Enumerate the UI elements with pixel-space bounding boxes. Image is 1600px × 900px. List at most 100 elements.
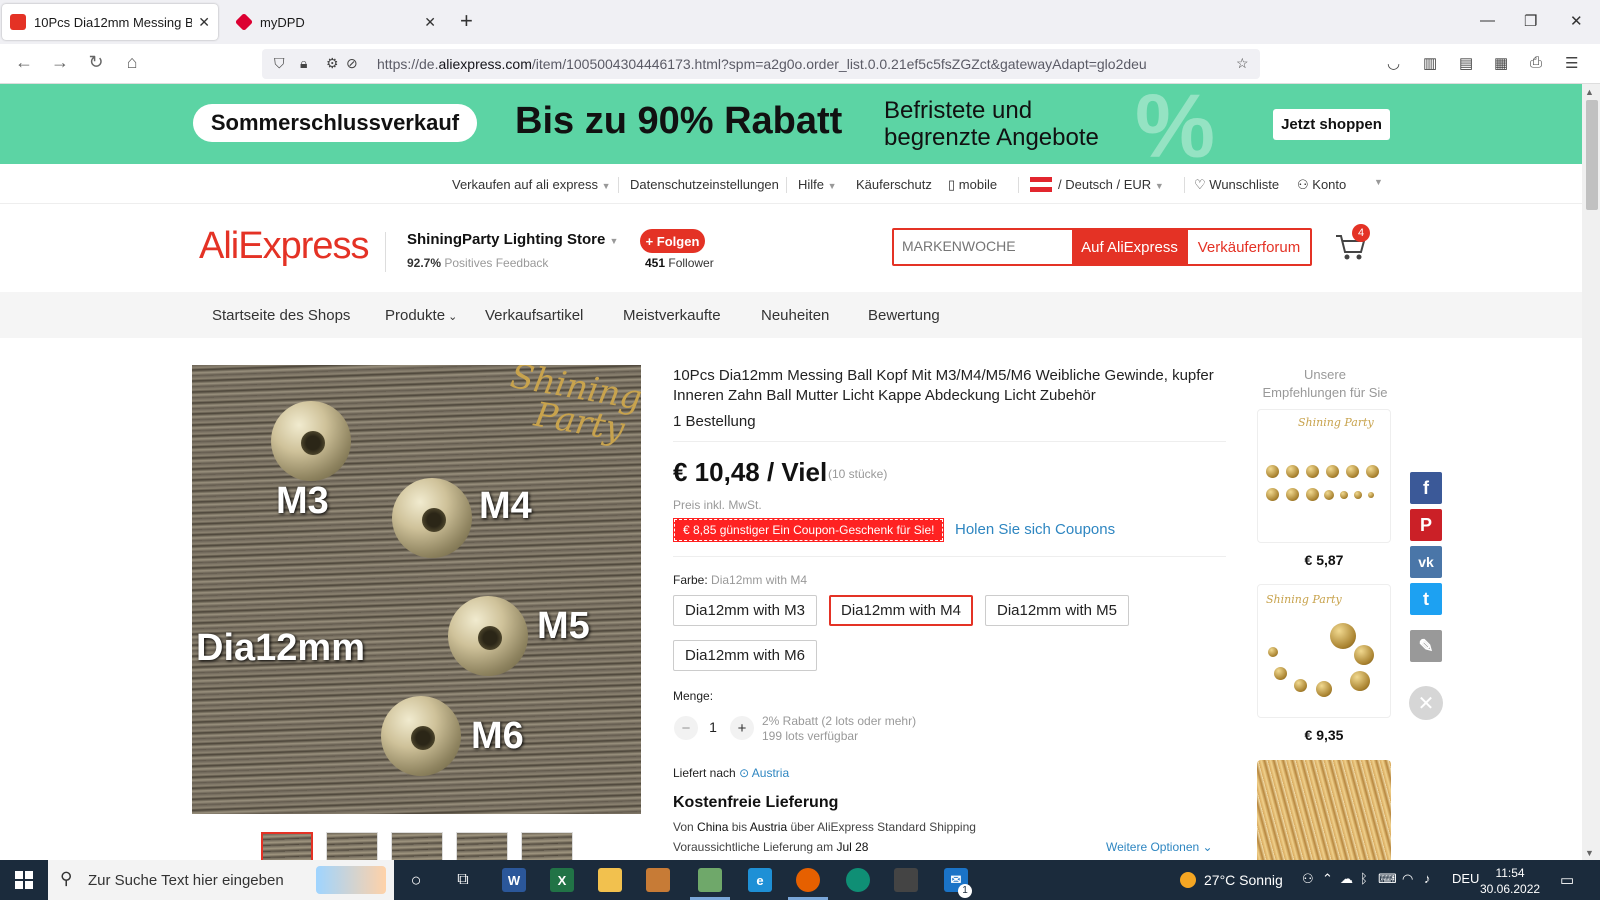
option-m4[interactable]: Dia12mm with M4 [829, 595, 973, 626]
thumbnail[interactable] [326, 832, 378, 862]
edit-icon[interactable]: ✎ [1410, 630, 1442, 662]
scrollbar-thumb[interactable] [1586, 100, 1598, 210]
more-options-link[interactable]: Weitere Optionen ⌄ [1106, 840, 1213, 854]
library-icon[interactable]: ▥ [1423, 54, 1437, 72]
wishlist-link[interactable]: ♡ Wunschliste [1194, 177, 1279, 193]
close-icon[interactable]: ✕ [1409, 686, 1443, 720]
reload-icon[interactable]: ↻ [84, 52, 108, 73]
cortana-icon[interactable]: ○ [396, 860, 436, 900]
help-link[interactable]: Hilfe ▼ [798, 177, 837, 192]
cloud-icon[interactable]: ☁ [1340, 871, 1353, 887]
privacy-link[interactable]: Datenschutzeinstellungen [630, 177, 779, 192]
seller-forum-button[interactable]: Verkäuferforum [1187, 230, 1310, 264]
address-bar[interactable]: ⛉ 🔒︎ ⚙ ⊘ https://de.aliexpress.com/item/… [262, 49, 1260, 79]
sidebar-icon[interactable]: ▤ [1459, 54, 1473, 72]
lock-icon[interactable]: 🔒︎ [300, 55, 307, 72]
file-explorer-icon[interactable] [598, 868, 622, 892]
weather-widget[interactable]: 27°C Sonnig [1180, 872, 1283, 888]
minimize-button[interactable]: — [1480, 12, 1495, 29]
nav-new-arrivals[interactable]: Neuheiten [761, 307, 829, 324]
word-icon[interactable]: W [502, 868, 526, 892]
thumbnail[interactable] [456, 832, 508, 862]
app-icon[interactable] [894, 868, 918, 892]
pinterest-share-icon[interactable]: P [1410, 509, 1442, 541]
search-input[interactable] [902, 238, 1062, 254]
input-method-icon[interactable]: ⌨ [1378, 871, 1397, 887]
forward-icon[interactable]: → [48, 52, 72, 73]
clock[interactable]: 11:54 30.06.2022 [1480, 865, 1540, 897]
mobile-link[interactable]: ▯ mobile [948, 177, 997, 193]
bookmark-star-icon[interactable]: ☆ [1236, 55, 1249, 72]
notification-icon[interactable]: ▭ [1560, 871, 1574, 889]
shop-now-button[interactable]: Jetzt shoppen [1273, 109, 1390, 140]
maximize-button[interactable]: ❐ [1524, 12, 1537, 30]
people-icon[interactable]: ⚇ [1302, 871, 1314, 887]
search-aliexpress-button[interactable]: Auf AliExpress [1072, 230, 1187, 264]
excel-icon[interactable]: X [550, 868, 574, 892]
permissions-icon[interactable]: ⚙ [326, 55, 339, 72]
aliexpress-logo[interactable]: AliExpress [199, 225, 369, 268]
recommendation-card[interactable]: Shining Party [1257, 584, 1391, 718]
menu-icon[interactable]: ☰ [1565, 54, 1578, 72]
print-icon[interactable]: ⎙ [1530, 54, 1542, 71]
account-link[interactable]: ⚇ Konto [1297, 177, 1346, 193]
scroll-down-icon[interactable]: ▼ [1585, 848, 1594, 858]
language-currency-selector[interactable]: / Deutsch / EUR ▼ [1030, 177, 1164, 192]
recommendation-card[interactable] [1257, 760, 1391, 860]
sell-link[interactable]: Verkaufen auf ali express ▼ [452, 177, 611, 192]
firefox-icon[interactable] [796, 868, 820, 892]
language-indicator[interactable]: DEU [1452, 871, 1479, 886]
option-m6[interactable]: Dia12mm with M6 [673, 640, 817, 671]
product-main-image[interactable]: Shining Party M3 M4 M5 Dia12mm M6 [192, 365, 641, 814]
option-m5[interactable]: Dia12mm with M5 [985, 595, 1129, 626]
recommendation-card[interactable]: Shining Party [1257, 409, 1391, 543]
twitter-share-icon[interactable]: t [1410, 583, 1442, 615]
app-icon[interactable] [646, 868, 670, 892]
nav-sale-items[interactable]: Verkaufsartikel [485, 307, 583, 324]
shield-icon[interactable]: ⛉ [274, 55, 285, 72]
tab-mydpd[interactable]: myDPD ✕ [228, 4, 444, 40]
promo-banner[interactable]: Sommerschlussverkauf Bis zu 90% Rabatt B… [0, 84, 1582, 164]
vk-share-icon[interactable]: vk [1410, 546, 1442, 578]
internet-explorer-icon[interactable]: e [748, 868, 772, 892]
nav-products[interactable]: Produkte ⌄ [385, 307, 457, 324]
thumbnail[interactable] [261, 832, 313, 862]
chevron-up-icon[interactable]: ⌃ [1322, 871, 1333, 887]
new-tab-button[interactable]: + [460, 10, 473, 32]
edge-icon[interactable] [846, 868, 870, 892]
follow-button[interactable]: + Folgen [640, 229, 705, 253]
task-view-icon[interactable]: ⧉ [443, 860, 483, 900]
wifi-icon[interactable]: ◠ [1402, 871, 1413, 887]
app-icon[interactable] [698, 868, 722, 892]
taskbar-search[interactable]: ⚲ Zur Suche Text hier eingeben [48, 860, 394, 900]
store-name[interactable]: ShiningParty Lighting Store ▼ [407, 231, 618, 248]
reader-view-icon[interactable]: ▦ [1494, 54, 1508, 72]
thumbnail[interactable] [521, 832, 573, 862]
tab-close-icon[interactable]: ✕ [198, 14, 210, 31]
windows-start-icon[interactable] [0, 860, 48, 900]
ship-to[interactable]: Liefert nach ⊙ Austria [673, 766, 789, 780]
buyer-protection-link[interactable]: Käuferschutz [856, 177, 932, 192]
pocket-icon[interactable]: ◡ [1387, 54, 1400, 72]
thumbnail[interactable] [391, 832, 443, 862]
camera-blocked-icon[interactable]: ⊘ [346, 55, 358, 72]
facebook-share-icon[interactable]: f [1410, 472, 1442, 504]
bluetooth-icon[interactable]: ᛒ [1360, 871, 1368, 886]
option-m3[interactable]: Dia12mm with M3 [673, 595, 817, 626]
home-icon[interactable]: ⌂ [120, 52, 144, 73]
back-icon[interactable]: ← [12, 52, 36, 73]
close-window-button[interactable]: ✕ [1570, 12, 1583, 30]
url-text[interactable]: https://de.aliexpress.com/item/100500430… [377, 56, 1147, 72]
nav-reviews[interactable]: Bewertung [868, 307, 940, 324]
quantity-increase-button[interactable]: + [730, 716, 754, 740]
nav-bestsellers[interactable]: Meistverkaufte [623, 307, 721, 324]
tab-aliexpress[interactable]: 10Pcs Dia12mm Messing Ball Kopf ✕ [2, 4, 218, 40]
tab-close-icon[interactable]: ✕ [424, 14, 436, 31]
nav-store-home[interactable]: Startseite des Shops [212, 307, 350, 324]
volume-icon[interactable]: ♪ [1424, 871, 1431, 886]
get-coupons-link[interactable]: Holen Sie sich Coupons [955, 521, 1115, 538]
quantity-input[interactable]: 1 [703, 719, 723, 735]
quantity-decrease-button[interactable]: − [674, 716, 698, 740]
chevron-down-icon[interactable]: ▼ [1374, 177, 1383, 187]
cart-button[interactable]: 4 [1334, 224, 1370, 262]
